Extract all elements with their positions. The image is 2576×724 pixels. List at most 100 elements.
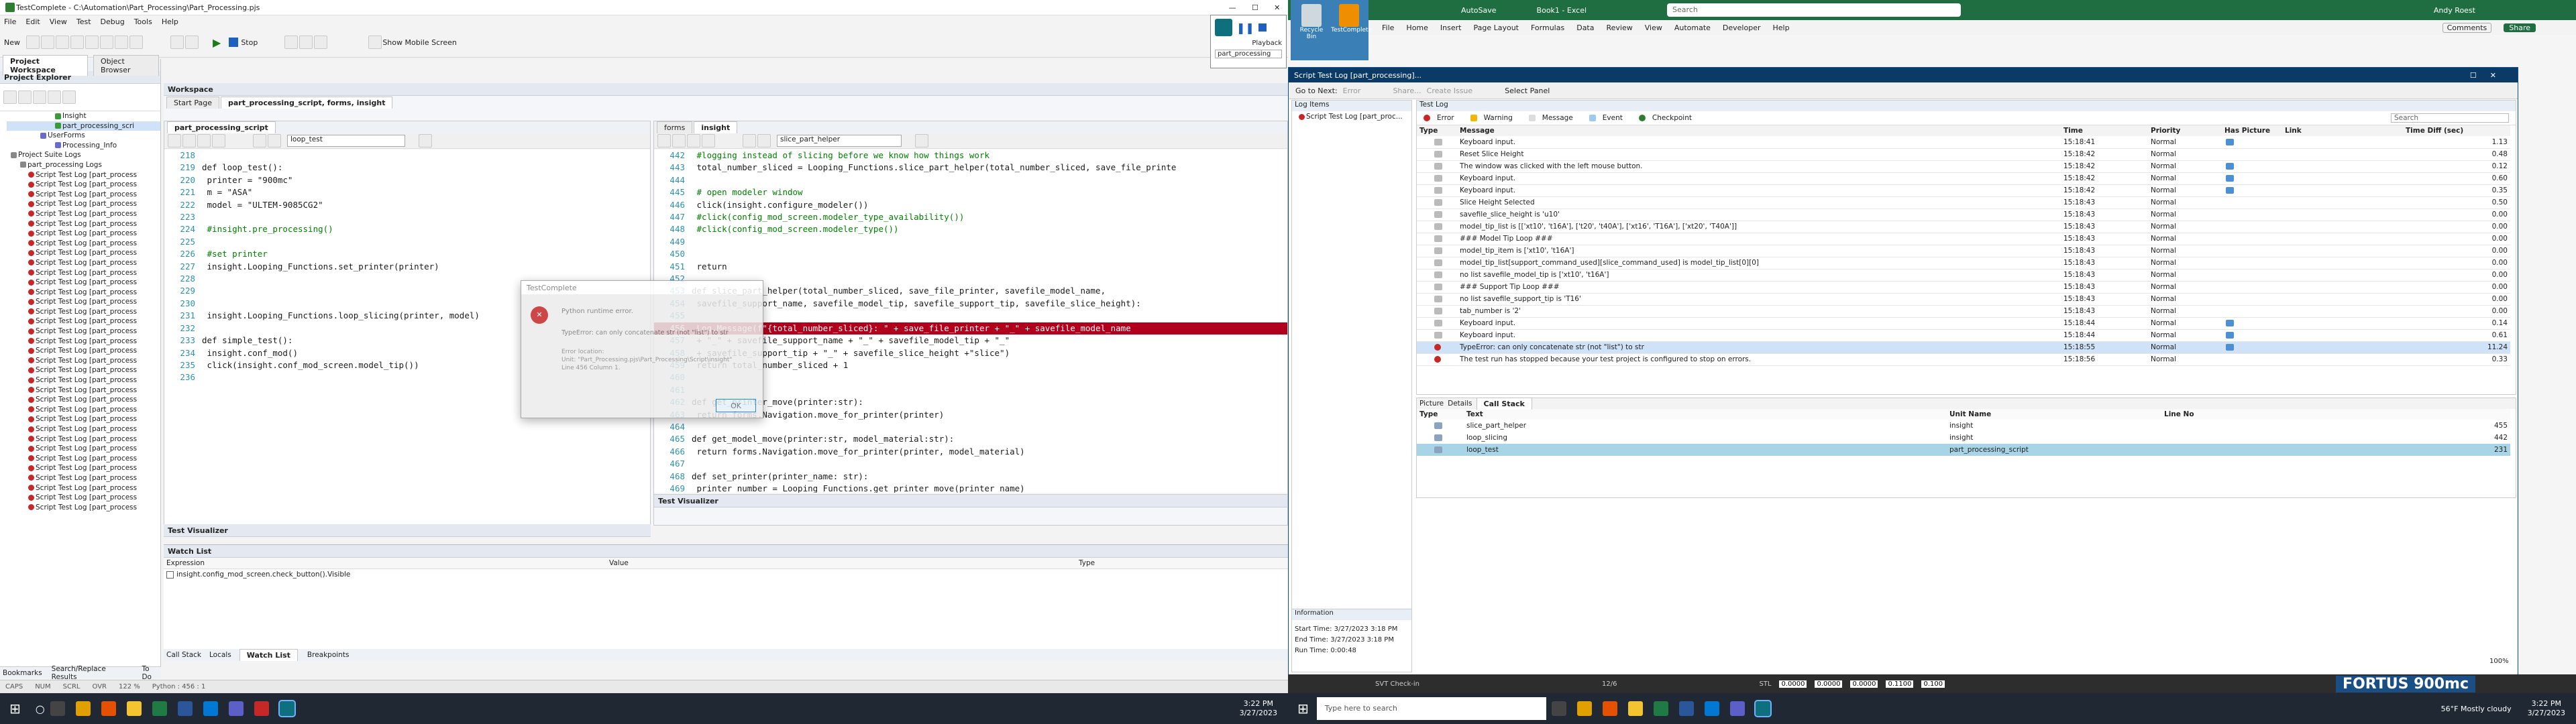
log-tree-item[interactable]: Script Test Log [part_process — [7, 395, 160, 405]
log-tree-item[interactable]: Script Test Log [part_process — [7, 307, 160, 317]
paste-icon[interactable] — [129, 36, 143, 49]
log-tree-item[interactable]: Script Test Log [part_process — [7, 493, 160, 503]
save-icon[interactable] — [41, 36, 54, 49]
routine-select[interactable]: loop_test — [287, 135, 405, 147]
log-row[interactable]: ### Model Tip Loop ### 15:18:43 Normal 0.00 — [1417, 233, 2510, 245]
col-has-picture[interactable]: Has Picture — [2222, 125, 2282, 136]
tab-forms[interactable]: forms — [657, 121, 693, 133]
find-icon[interactable] — [170, 36, 184, 49]
tab-start-page[interactable]: Start Page — [166, 97, 219, 109]
tab-call-stack[interactable]: Call Stack — [1476, 398, 1532, 410]
log-row[interactable]: savefile_slice_height is 'u10' 15:18:43 No… — [1417, 208, 2510, 221]
tab-search-replace[interactable]: Search/Replace Results — [52, 665, 133, 681]
picture-icon[interactable] — [2226, 332, 2234, 339]
menu-test[interactable]: Test — [76, 17, 91, 26]
uncomment-icon[interactable] — [212, 134, 225, 147]
chrome-icon[interactable] — [75, 701, 91, 716]
tab-part-processing[interactable]: part_processing_script, forms, insight — [221, 97, 393, 109]
close-icon[interactable]: ✕ — [1274, 3, 1280, 12]
col-type[interactable]: Type — [1417, 409, 1464, 420]
picture-icon[interactable] — [2226, 320, 2234, 326]
pause-icon[interactable] — [284, 36, 299, 49]
nav-back-icon[interactable] — [743, 134, 756, 147]
tab-watch-list[interactable]: Watch List — [239, 649, 298, 661]
log-tree-item[interactable]: Script Test Log [part_process — [7, 385, 160, 396]
log-tree-item[interactable]: Script Test Log [part_process — [7, 239, 160, 249]
run-routine-icon[interactable] — [915, 134, 928, 147]
log-tree-item[interactable]: Script Test Log [part_process — [7, 170, 160, 180]
watch-row[interactable]: insight.config_mod_screen.check_button()… — [164, 569, 1288, 580]
col-unit[interactable]: Unit Name — [1947, 409, 2161, 420]
col-expression[interactable]: Expression — [164, 559, 609, 567]
menu-view[interactable]: View — [50, 17, 67, 26]
task-view-icon[interactable] — [50, 701, 65, 716]
excel-icon[interactable] — [152, 701, 167, 716]
log-row[interactable]: Reset Slice Height 15:18:42 Normal 0.48 — [1417, 148, 2510, 160]
testcomplete-taskbar-icon[interactable] — [1754, 700, 1772, 717]
record-icon[interactable] — [185, 36, 199, 49]
log-row[interactable]: model_tip_item is ['xt10', 't16A'] 15:18:… — [1417, 245, 2510, 257]
tab-insight[interactable]: insight — [694, 121, 738, 133]
col-type[interactable]: Type — [1079, 559, 1095, 567]
test-log-window-controls[interactable]: ☐✕ — [2470, 71, 2510, 80]
log-tree-item[interactable]: Script Test Log [part_process — [7, 337, 160, 347]
excel-search-input[interactable]: Search — [1667, 3, 1962, 17]
picture-icon[interactable] — [2226, 187, 2234, 194]
log-row[interactable]: Keyboard input. 15:18:41 Normal 1.13 — [1417, 136, 2510, 148]
filter-error[interactable]: Error — [1437, 114, 1454, 122]
log-tree-item[interactable]: Script Test Log [part_process — [7, 346, 160, 356]
tree-item-processing-info[interactable]: Processing_Info — [7, 141, 160, 151]
teams-icon[interactable] — [228, 701, 244, 716]
log-tree-item[interactable]: Script Test Log [part_process — [7, 434, 160, 444]
log-tree-item[interactable]: Script Test Log [part_process — [7, 316, 160, 326]
show-mobile-screen-button[interactable]: Show Mobile Screen — [382, 38, 457, 47]
filter-event[interactable]: Event — [1603, 114, 1623, 122]
col-line[interactable]: Line No — [2161, 409, 2510, 420]
log-tree-item[interactable]: Script Test Log [part_process — [7, 297, 160, 307]
outlook-icon[interactable] — [1704, 701, 1719, 716]
weather[interactable]: 56°F Mostly cloudy — [2441, 705, 2512, 713]
ok-button[interactable]: OK — [716, 399, 756, 412]
log-tree-item[interactable]: Script Test Log [part_process — [7, 356, 160, 366]
indent-icon[interactable] — [657, 134, 671, 147]
log-tree-item[interactable]: Script Test Log [part_process — [7, 199, 160, 209]
coord-a[interactable]: 0.1100 — [1886, 680, 1914, 688]
outlook-icon[interactable] — [203, 701, 218, 716]
app-icon[interactable] — [254, 701, 269, 716]
menu-edit[interactable]: Edit — [25, 17, 40, 26]
autosave-label[interactable]: AutoSave — [1461, 6, 1497, 15]
comments-button[interactable]: Comments — [2442, 22, 2492, 33]
minimize-icon[interactable]: — — [1229, 3, 1236, 12]
tree-collapse-icon[interactable] — [48, 90, 61, 104]
outdent-icon[interactable] — [672, 134, 686, 147]
tree-add-icon[interactable] — [3, 90, 17, 104]
log-row[interactable]: TypeError: can only concatenate str (not… — [1417, 341, 2510, 353]
search-icon[interactable]: ○ — [36, 703, 45, 715]
coord-z[interactable]: 0.0000 — [1850, 680, 1878, 688]
stack-row[interactable]: loop_test part_processing_script 231 — [1417, 444, 2510, 456]
comment-icon[interactable] — [687, 134, 700, 147]
log-tree-item[interactable]: Script Test Log [part_process — [7, 288, 160, 298]
ribbon-automate[interactable]: Automate — [1674, 23, 1711, 32]
col-message[interactable]: Message — [1457, 125, 2061, 136]
log-item[interactable]: Script Test Log [part_proc... — [1292, 111, 1411, 122]
ribbon-formulas[interactable]: Formulas — [1531, 23, 1564, 32]
routine-select[interactable]: slice_part_helper — [777, 135, 902, 147]
menu-file[interactable]: File — [4, 17, 16, 26]
log-row[interactable]: tab_number is '2' 15:18:43 Normal 0.00 — [1417, 305, 2510, 317]
log-row[interactable]: model_tip_list[support_command_used][sli… — [1417, 257, 2510, 269]
undo-icon[interactable] — [70, 36, 84, 49]
log-tree-item[interactable]: Script Test Log [part_process — [7, 365, 160, 375]
tab-bookmarks[interactable]: Bookmarks — [3, 669, 42, 677]
stop-icon[interactable] — [1258, 23, 1267, 32]
indent-icon[interactable] — [168, 134, 181, 147]
cut-icon[interactable] — [100, 36, 113, 49]
recycle-bin[interactable]: Recycle Bin — [1295, 4, 1328, 40]
log-tree-item[interactable]: Script Test Log [part_process — [7, 219, 160, 229]
ribbon-view[interactable]: View — [1645, 23, 1662, 32]
testcomplete-shortcut[interactable]: TestComplete — [1331, 4, 1372, 34]
stack-row[interactable]: slice_part_helper insight 455 — [1417, 420, 2510, 432]
firefox-icon[interactable] — [101, 701, 116, 716]
log-search-input[interactable]: Search — [2391, 113, 2509, 123]
menu-tools[interactable]: Tools — [134, 17, 152, 26]
